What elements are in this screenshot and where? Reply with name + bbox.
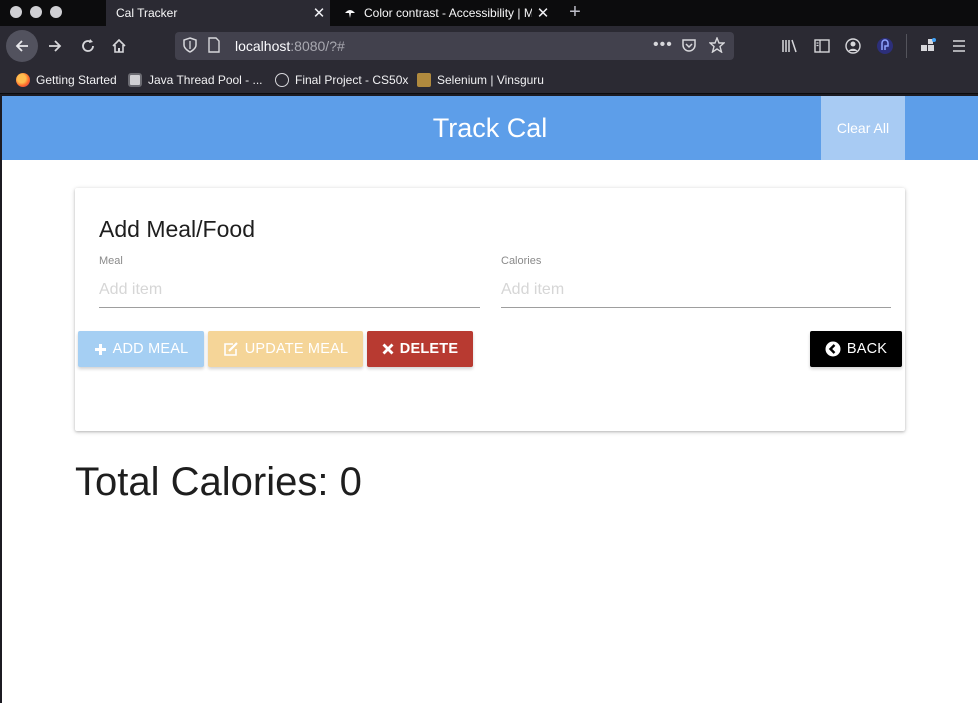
bookmark-java-thread-pool[interactable]: Java Thread Pool - ...	[128, 73, 263, 87]
times-icon	[382, 343, 394, 355]
menu-hamburger-icon[interactable]	[952, 39, 966, 57]
window-close-dot[interactable]	[10, 6, 22, 18]
close-icon[interactable]: ✕	[532, 4, 554, 22]
back-button[interactable]: BACK	[810, 331, 902, 367]
page-icon	[208, 37, 220, 56]
favicon-icon	[344, 7, 356, 19]
card-title: Add Meal/Food	[99, 216, 255, 242]
tab-bar: Cal Tracker ✕ Color contrast - Accessibi…	[0, 0, 978, 26]
add-meal-label: ADD MEAL	[112, 341, 189, 357]
extension-icon[interactable]	[876, 37, 894, 60]
add-meal-card: Add Meal/Food Meal Calories ADD MEAL UPD…	[75, 188, 905, 431]
sidebar-icon[interactable]	[814, 39, 830, 58]
reload-icon[interactable]	[73, 31, 103, 61]
edit-icon	[223, 341, 239, 357]
shield-icon[interactable]	[183, 37, 197, 56]
firefox-icon	[16, 73, 30, 87]
total-calories: Total Calories: 0	[75, 460, 362, 505]
site-icon	[128, 73, 142, 87]
delete-button[interactable]: DELETE	[367, 331, 473, 367]
account-icon[interactable]	[845, 38, 861, 59]
chevron-circle-left-icon	[825, 341, 841, 357]
library-icon[interactable]	[781, 39, 798, 58]
add-meal-button[interactable]: ADD MEAL	[78, 331, 204, 367]
bookmark-getting-started[interactable]: Getting Started	[16, 73, 117, 87]
bookmark-label: Java Thread Pool - ...	[148, 73, 263, 87]
bookmarks-bar: Getting Started Java Thread Pool - ... F…	[0, 66, 978, 94]
pocket-icon[interactable]	[681, 37, 697, 56]
site-icon	[417, 73, 431, 87]
app-header: Track Cal Clear All	[2, 96, 978, 160]
meal-label: Meal	[99, 255, 123, 267]
tab-title: Color contrast - Accessibility | M	[364, 6, 532, 20]
url-path: :8080/?#	[290, 38, 345, 54]
page-content: Track Cal Clear All Add Meal/Food Meal C…	[2, 96, 978, 703]
extensions-puzzle-icon[interactable]	[920, 38, 936, 59]
back-arrow-icon[interactable]	[6, 30, 38, 62]
bookmark-label: Getting Started	[36, 73, 117, 87]
total-calories-label: Total Calories:	[75, 460, 340, 504]
update-meal-button[interactable]: UPDATE MEAL	[208, 331, 363, 367]
calories-input[interactable]	[501, 272, 891, 308]
home-icon[interactable]	[104, 31, 134, 61]
url-text: localhost:8080/?#	[235, 38, 345, 54]
navigation-bar: localhost:8080/?# •••	[0, 26, 978, 66]
url-bar[interactable]: localhost:8080/?# •••	[175, 32, 734, 60]
new-tab-icon[interactable]: +	[564, 0, 586, 26]
back-label: BACK	[846, 341, 888, 357]
tab-title: Cal Tracker	[116, 6, 178, 20]
window-zoom-dot[interactable]	[50, 6, 62, 18]
clear-all-button[interactable]: Clear All	[821, 96, 905, 160]
meal-input[interactable]	[99, 272, 480, 308]
bookmark-selenium-vinsguru[interactable]: Selenium | Vinsguru	[417, 73, 544, 87]
delete-label: DELETE	[399, 341, 459, 357]
more-actions-icon[interactable]: •••	[653, 36, 673, 54]
bookmark-star-icon[interactable]	[708, 36, 726, 56]
tab-cal-tracker[interactable]: Cal Tracker ✕	[106, 0, 330, 26]
url-host: localhost	[235, 38, 291, 54]
window-minimize-dot[interactable]	[30, 6, 42, 18]
plus-icon	[94, 343, 107, 356]
bookmark-final-project[interactable]: Final Project - CS50x	[275, 73, 408, 87]
bookmark-label: Final Project - CS50x	[295, 73, 409, 87]
forward-arrow-icon[interactable]	[40, 31, 70, 61]
total-calories-value: 0	[339, 460, 362, 504]
close-icon[interactable]: ✕	[308, 4, 330, 22]
update-meal-label: UPDATE MEAL	[244, 341, 349, 357]
toolbar-divider	[906, 34, 907, 58]
globe-icon	[275, 73, 289, 87]
calories-label: Calories	[501, 255, 542, 267]
bookmark-label: Selenium | Vinsguru	[437, 73, 544, 87]
tab-color-contrast[interactable]: Color contrast - Accessibility | M ✕	[332, 0, 554, 26]
